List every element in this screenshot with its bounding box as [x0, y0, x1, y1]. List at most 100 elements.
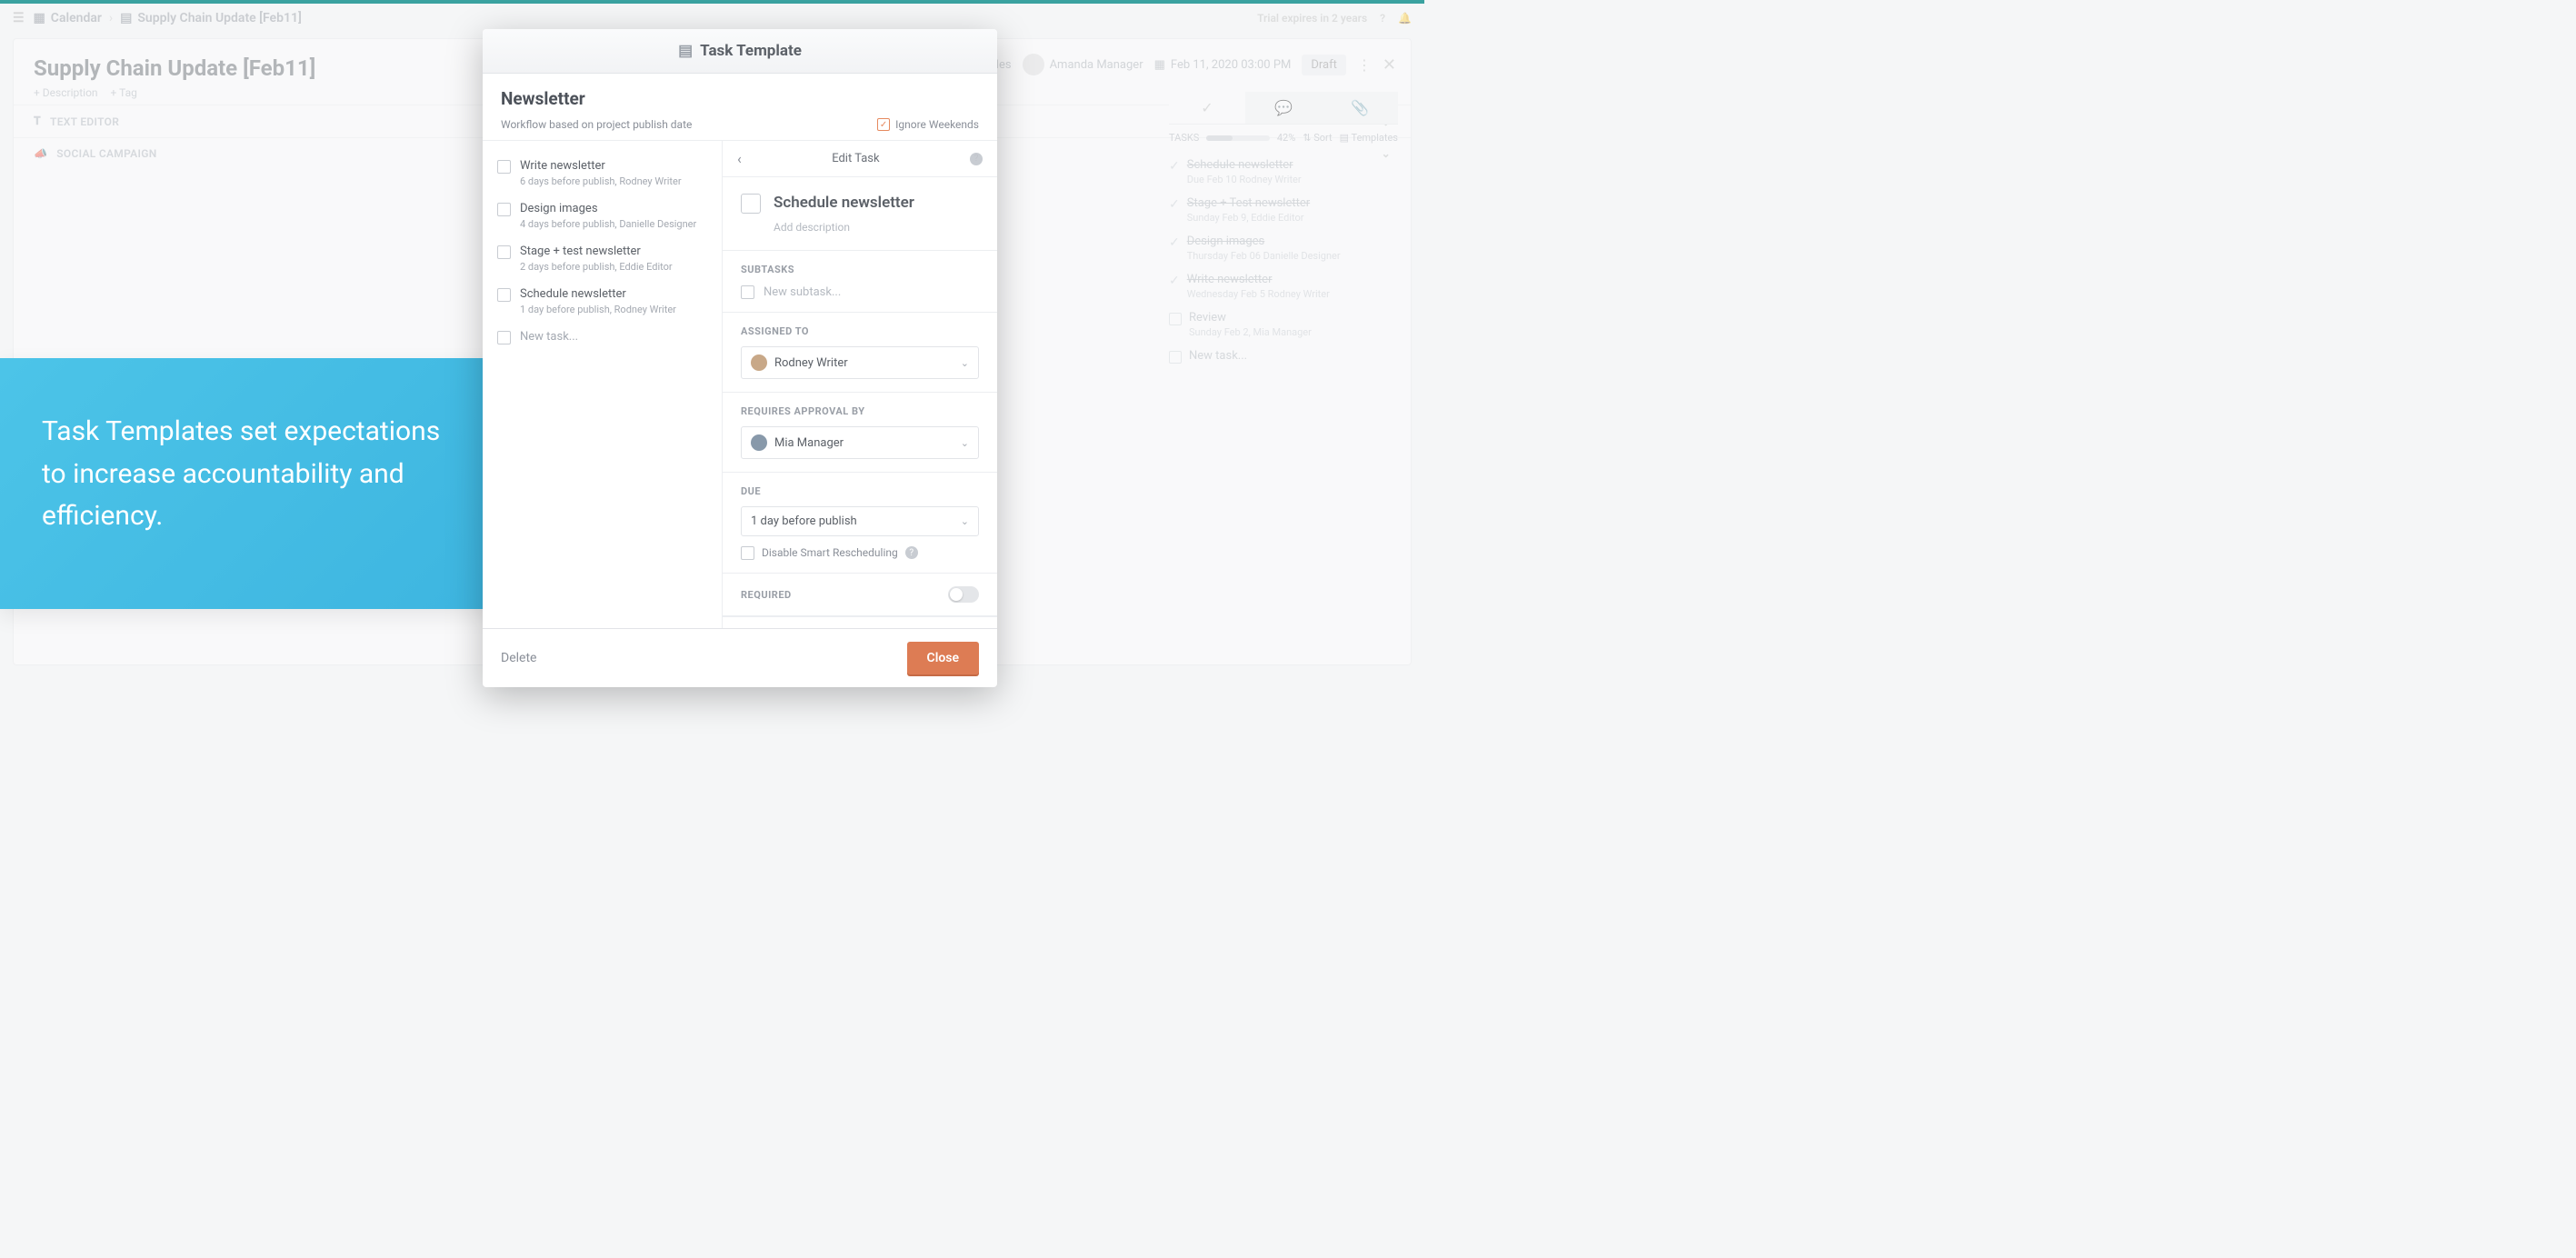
task-title: Schedule newsletter	[520, 287, 676, 301]
avatar-icon	[751, 354, 767, 371]
bell-icon[interactable]: 🔔	[1398, 12, 1412, 25]
task-meta: 6 days before publish, Rodney Writer	[520, 175, 682, 187]
template-task-item[interactable]: Design images 4 days before publish, Dani…	[497, 195, 707, 237]
task-item[interactable]: ✓ Schedule newsletter Due Feb 10 Rodney Wr…	[1169, 153, 1398, 191]
task-meta: Sunday Feb 9, Eddie Editor	[1187, 212, 1310, 224]
templates-link[interactable]: ▤ Templates	[1340, 132, 1398, 144]
sort-link[interactable]: ⇅ Sort	[1303, 132, 1332, 144]
tasks-label: TASKS	[1169, 132, 1199, 144]
add-tag-link[interactable]: + Tag	[111, 86, 137, 99]
megaphone-icon: 📣	[34, 147, 47, 160]
edit-task-title[interactable]: Schedule newsletter	[774, 194, 914, 212]
task-template-modal: ▤Task Template Newsletter Workflow based…	[483, 29, 997, 687]
breadcrumb-current[interactable]: Supply Chain Update [Feb11]	[137, 11, 301, 25]
approval-label: REQUIRES APPROVAL BY	[741, 405, 979, 417]
task-title: Stage + Test newsletter	[1187, 196, 1310, 210]
trial-text: Trial expires in 2 years	[1257, 12, 1367, 25]
chevron-down-icon: ⌄	[961, 437, 969, 449]
task-title: Design images	[1187, 235, 1341, 248]
checkbox-icon[interactable]	[497, 160, 511, 174]
template-name: Newsletter	[501, 88, 979, 109]
task-checkbox[interactable]	[741, 194, 761, 214]
template-task-item[interactable]: Stage + test newsletter 2 days before pub…	[497, 237, 707, 280]
template-task-item[interactable]: Schedule newsletter 1 day before publish,…	[497, 280, 707, 323]
task-meta: Sunday Feb 2, Mia Manager	[1189, 326, 1312, 338]
checkbox-icon[interactable]	[497, 203, 511, 216]
checkbox-icon	[497, 331, 511, 344]
workflow-sub: Workflow based on project publish date	[501, 118, 692, 131]
checkbox-icon[interactable]	[497, 245, 511, 259]
checkbox-icon	[1169, 313, 1182, 325]
task-title: Review	[1189, 311, 1312, 324]
tab-attachments[interactable]: 📎	[1322, 92, 1398, 124]
help-icon[interactable]: ?	[970, 153, 983, 165]
status-badge[interactable]: Draft	[1302, 55, 1346, 75]
promo-card: Task Templates set expectations to incre…	[0, 358, 509, 609]
template-task-item[interactable]: Write newsletter 6 days before publish, R…	[497, 152, 707, 195]
task-item[interactable]: ✓ Write newsletter Wednesday Feb 5 Rodney …	[1169, 267, 1398, 305]
more-icon[interactable]: ⋮	[1357, 56, 1372, 74]
help-icon[interactable]: ?	[905, 546, 918, 559]
check-icon: ✓	[1169, 274, 1180, 288]
new-subtask-row[interactable]: New subtask...	[741, 285, 979, 299]
chevron-down-icon: ⌄	[961, 515, 969, 527]
task-meta: Due Feb 10 Rodney Writer	[1187, 174, 1302, 185]
subtasks-label: SUBTASKS	[741, 264, 979, 275]
delete-button[interactable]: Delete	[501, 651, 536, 665]
breadcrumb-page-icon: ▤	[120, 11, 132, 25]
task-title: Design images	[520, 202, 696, 215]
new-task-row[interactable]: New task...	[497, 323, 707, 352]
task-item[interactable]: Review Sunday Feb 2, Mia Manager	[1169, 305, 1398, 344]
task-title: Schedule newsletter	[1187, 158, 1302, 172]
check-icon: ✓	[1169, 235, 1180, 250]
owner-pill[interactable]: Amanda Manager	[1023, 54, 1143, 75]
tab-comments[interactable]: 💬	[1245, 92, 1322, 124]
required-label: REQUIRED	[741, 589, 792, 601]
check-icon: ✓	[1169, 159, 1180, 174]
template-task-list: Write newsletter 6 days before publish, R…	[483, 141, 723, 628]
required-toggle[interactable]	[948, 586, 979, 603]
task-meta: Wednesday Feb 5 Rodney Writer	[1187, 288, 1330, 300]
checkbox-checked-icon: ✓	[877, 118, 890, 131]
task-item[interactable]: ✓Design imagesThursday Feb 06 Danielle D…	[1169, 229, 1398, 267]
task-title: Write newsletter	[520, 159, 682, 173]
task-meta: 1 day before publish, Rodney Writer	[520, 304, 676, 315]
progress-bar	[1206, 135, 1270, 141]
task-item[interactable]: ✓Stage + Test newsletterSunday Feb 9, Ed…	[1169, 191, 1398, 229]
promo-text: Task Templates set expectations to incre…	[42, 411, 467, 538]
date-pill[interactable]: ▦Feb 11, 2020 03:00 PM	[1154, 58, 1292, 72]
task-title: Stage + test newsletter	[520, 245, 673, 258]
assigned-label: ASSIGNED TO	[741, 325, 979, 337]
assigned-select[interactable]: Rodney Writer ⌄	[741, 346, 979, 379]
chevron-right-icon: ›	[109, 11, 113, 25]
help-icon[interactable]: ?	[1380, 12, 1385, 25]
avatar-icon	[751, 434, 767, 451]
approval-select[interactable]: Mia Manager ⌄	[741, 426, 979, 459]
add-description-link[interactable]: Add description	[774, 221, 979, 234]
checkbox-icon	[1169, 351, 1182, 364]
task-meta: 4 days before publish, Danielle Designer	[520, 218, 696, 230]
disable-resched-label: Disable Smart Rescheduling	[762, 546, 898, 559]
task-meta: 2 days before publish, Eddie Editor	[520, 261, 673, 273]
due-label: DUE	[741, 485, 979, 497]
calendar-icon: ▦	[1154, 58, 1165, 72]
disable-resched-checkbox[interactable]	[741, 546, 754, 560]
breadcrumb-root[interactable]: Calendar	[51, 11, 102, 25]
chevron-down-icon: ⌄	[961, 357, 969, 369]
close-icon[interactable]: ✕	[1383, 55, 1396, 75]
due-select[interactable]: 1 day before publish ⌄	[741, 506, 979, 536]
add-description-link[interactable]: + Description	[34, 86, 98, 99]
tab-check[interactable]: ✓	[1169, 92, 1245, 124]
calendar-icon: ▦	[34, 11, 45, 25]
close-button[interactable]: Close	[907, 642, 979, 674]
new-task-row[interactable]: New task...	[1169, 344, 1398, 369]
ignore-weekends-checkbox[interactable]: ✓ Ignore Weekends	[877, 118, 979, 131]
checkbox-icon[interactable]	[497, 288, 511, 302]
menu-icon[interactable]: ☰	[13, 11, 25, 25]
back-icon[interactable]: ‹	[737, 150, 742, 167]
edit-task-header: Edit Task	[832, 152, 879, 165]
modal-titlebar: ▤Task Template	[483, 29, 997, 74]
template-icon: ▤	[678, 42, 693, 60]
task-title: Write newsletter	[1187, 273, 1330, 286]
chevron-down-icon: ⌄	[1382, 147, 1391, 160]
